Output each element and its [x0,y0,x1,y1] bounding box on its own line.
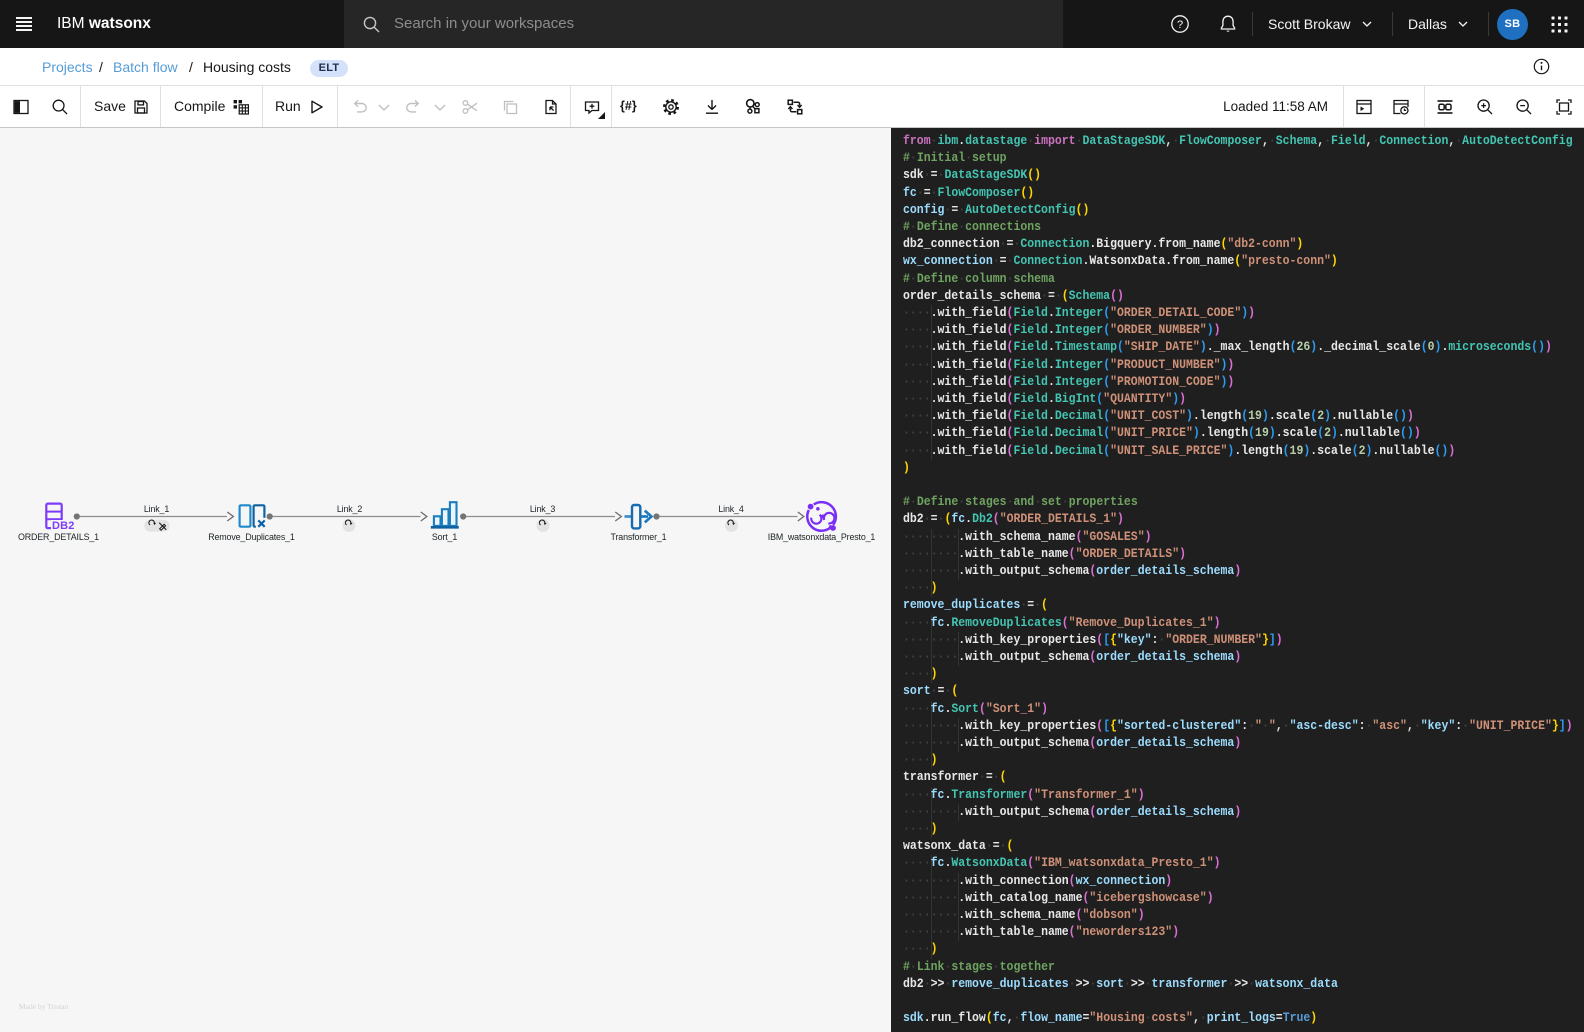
svg-text:?: ? [1177,19,1183,31]
